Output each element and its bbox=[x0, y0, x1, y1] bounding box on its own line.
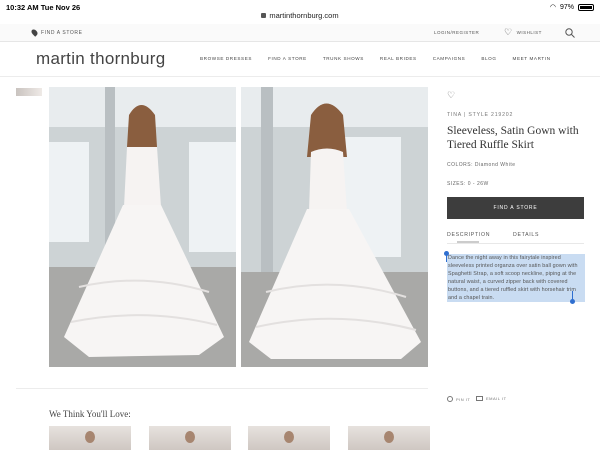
tab-divider bbox=[447, 243, 584, 244]
mail-icon bbox=[476, 396, 483, 401]
wishlist-label: WISHLIST bbox=[516, 30, 542, 35]
product-title: Sleeveless, Satin Gown with Tiered Ruffl… bbox=[447, 125, 579, 151]
site-logo[interactable]: martin thornburg bbox=[36, 49, 166, 69]
nav-find-a-store[interactable]: FIND A STORE bbox=[268, 56, 307, 61]
url-bar[interactable]: martinthornburg.com bbox=[0, 11, 600, 20]
add-to-wishlist-heart-icon[interactable]: ♡ bbox=[447, 90, 587, 101]
pinterest-icon bbox=[447, 396, 453, 402]
recommended-dress-4[interactable] bbox=[348, 426, 430, 450]
tab-details[interactable]: DETAILS bbox=[513, 232, 539, 238]
url-text: martinthornburg.com bbox=[269, 11, 339, 20]
tab-description[interactable]: DESCRIPTION bbox=[447, 232, 490, 238]
email-it-label: EMAIL IT bbox=[486, 396, 507, 401]
gallery-thumbnail[interactable] bbox=[16, 88, 42, 96]
search-icon[interactable] bbox=[564, 27, 576, 39]
nav-blog[interactable]: BLOG bbox=[481, 56, 496, 61]
find-a-store-button[interactable]: FIND A STORE bbox=[447, 197, 584, 219]
email-it-link[interactable]: EMAIL IT bbox=[476, 396, 507, 401]
recommended-dress-3[interactable] bbox=[248, 426, 330, 450]
nav-trunk-shows[interactable]: TRUNK SHOWS bbox=[323, 56, 364, 61]
status-indicators: ◠ 97% bbox=[550, 3, 594, 11]
recommendations-title: We Think You'll Love: bbox=[49, 409, 131, 419]
nav-meet-martin[interactable]: MEET MARTIN bbox=[513, 56, 551, 61]
recommended-dress-2[interactable] bbox=[149, 426, 231, 450]
login-register-link[interactable]: LOGIN/REGISTER bbox=[434, 30, 479, 35]
product-photo-back[interactable] bbox=[241, 87, 428, 367]
product-colors: COLORS: Diamond White bbox=[447, 162, 516, 168]
battery-percent: 97% bbox=[559, 3, 574, 11]
nav-real-brides[interactable]: REAL BRIDES bbox=[380, 56, 417, 61]
wifi-icon: ◠ bbox=[549, 4, 556, 11]
nav-browse-dresses[interactable]: BROWSE DRESSES bbox=[200, 56, 252, 61]
lock-icon bbox=[261, 13, 267, 18]
recommended-dress-1[interactable] bbox=[49, 426, 131, 450]
product-photo-back-image bbox=[241, 87, 428, 367]
product-photo-front-image bbox=[49, 87, 236, 367]
find-store-link[interactable]: FIND A STORE bbox=[30, 28, 83, 37]
find-store-label: FIND A STORE bbox=[41, 29, 83, 36]
pin-it-label: PIN IT bbox=[456, 396, 471, 402]
nav-campaigns[interactable]: CAMPAIGNS bbox=[433, 56, 466, 61]
product-sizes: SIZES: 0 - 26W bbox=[447, 181, 489, 187]
utility-bar: FIND A STORE LOGIN/REGISTER ♡ WISHLIST bbox=[0, 24, 600, 42]
product-photo-front[interactable] bbox=[49, 87, 236, 367]
header-divider bbox=[0, 76, 600, 77]
battery-icon bbox=[578, 3, 594, 11]
pin-it-link[interactable]: PIN IT bbox=[447, 396, 470, 402]
selection-handle-end[interactable] bbox=[570, 299, 575, 304]
heart-outline-icon: ♡ bbox=[504, 27, 513, 37]
selection-handle-start[interactable] bbox=[444, 251, 449, 256]
main-nav: BROWSE DRESSES FIND A STORE TRUNK SHOWS … bbox=[200, 56, 567, 61]
product-style: TINA | STYLE 219202 bbox=[447, 112, 514, 118]
section-divider bbox=[16, 388, 428, 389]
product-tabs: DESCRIPTION DETAILS bbox=[447, 232, 584, 243]
wishlist-link[interactable]: ♡ WISHLIST bbox=[504, 28, 542, 37]
product-description[interactable]: Dance the night away in this fairytale i… bbox=[447, 254, 585, 302]
map-pin-icon bbox=[30, 28, 39, 37]
